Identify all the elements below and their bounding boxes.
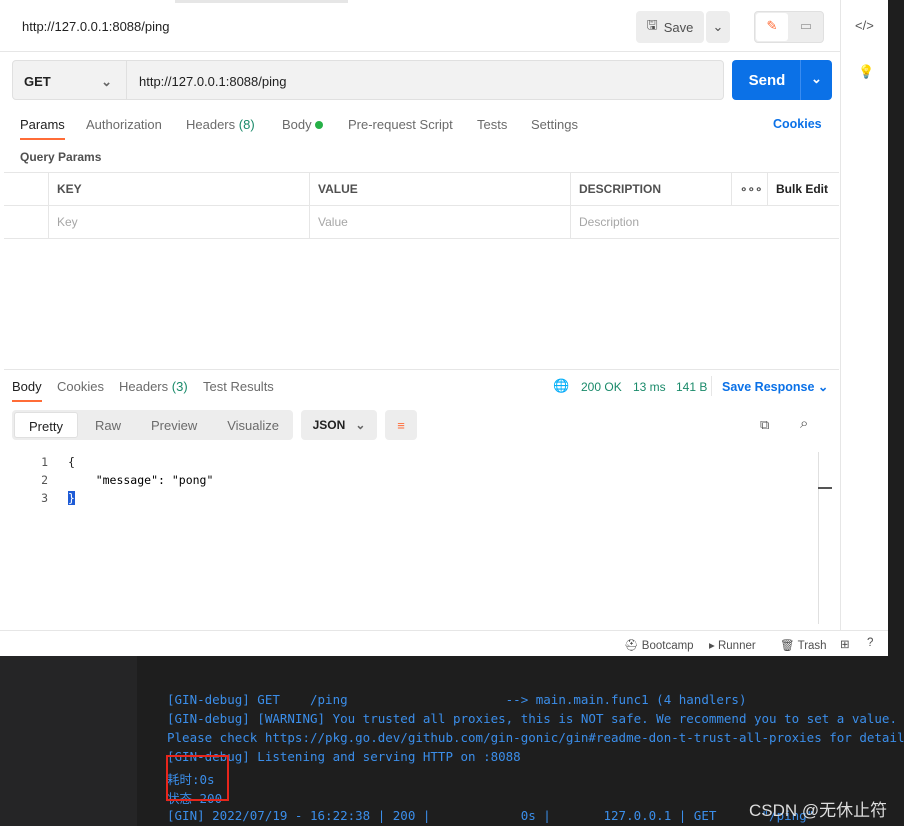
value-input[interactable]: Value bbox=[310, 206, 571, 238]
column-key: KEY bbox=[49, 173, 310, 205]
description-input[interactable]: Description bbox=[571, 206, 839, 238]
query-params-title: Query Params bbox=[20, 150, 102, 164]
column-value: VALUE bbox=[310, 173, 571, 205]
body-indicator-dot bbox=[315, 121, 324, 129]
line-number: 1 bbox=[41, 455, 48, 469]
line-number: 3 bbox=[41, 491, 48, 505]
terminal-line: [GIN] 2022/07/19 - 16:22:38 | 200 | 0s |… bbox=[167, 808, 815, 823]
tab-body[interactable]: Body bbox=[282, 117, 324, 132]
view-preview[interactable]: Preview bbox=[136, 410, 212, 440]
view-visualize[interactable]: Visualize bbox=[212, 410, 294, 440]
scrollbar[interactable] bbox=[818, 452, 819, 624]
tab-headers[interactable]: Headers (8) bbox=[186, 117, 255, 132]
comment-icon[interactable]: ▭ bbox=[790, 13, 822, 41]
view-pretty[interactable]: Pretty bbox=[14, 412, 78, 438]
terminal-line: [GIN-debug] [WARNING] You trusted all pr… bbox=[167, 711, 897, 726]
lightbulb-icon[interactable]: 💡 bbox=[858, 64, 874, 80]
more-icon[interactable]: ∘∘∘ bbox=[732, 173, 768, 205]
terminal: [GIN-debug] GET /ping --> main.main.func… bbox=[137, 656, 904, 826]
terminal-sidebar bbox=[0, 656, 137, 826]
view-raw[interactable]: Raw bbox=[80, 410, 136, 440]
response-tab-cookies[interactable]: Cookies bbox=[57, 379, 104, 394]
search-icon[interactable]: ⌕ bbox=[800, 415, 808, 432]
tab-settings[interactable]: Settings bbox=[531, 117, 578, 132]
response-tab-body[interactable]: Body bbox=[12, 379, 42, 402]
params-table: KEY VALUE DESCRIPTION ∘∘∘ Bulk Edit Key … bbox=[4, 172, 839, 239]
line-number: 2 bbox=[41, 473, 48, 487]
response-size[interactable]: 141 B bbox=[676, 380, 707, 394]
url-input[interactable]: http://127.0.0.1:8088/ping bbox=[126, 60, 724, 100]
postman-window: http://127.0.0.1:8088/ping 🖫 Save ⌄ ✎ ▭ <… bbox=[0, 0, 888, 656]
terminal-line: Please check https://pkg.go.dev/github.c… bbox=[167, 730, 904, 745]
status-bar: ⛑ Bootcamp ▸ Runner 🗑 Trash ⊞ ? bbox=[0, 630, 888, 656]
code-icon[interactable]: </> bbox=[855, 18, 874, 33]
save-response-button[interactable]: Save Response ⌄ bbox=[722, 379, 828, 394]
cookies-link[interactable]: Cookies bbox=[773, 117, 822, 131]
format-select[interactable]: JSON ⌄ bbox=[301, 410, 377, 440]
trash-button[interactable]: 🗑 Trash bbox=[780, 638, 827, 652]
tab-pre-request-script[interactable]: Pre-request Script bbox=[348, 117, 453, 132]
help-icon[interactable]: ? bbox=[867, 637, 873, 649]
edit-icon[interactable]: ✎ bbox=[756, 13, 788, 41]
column-description: DESCRIPTION bbox=[571, 173, 732, 205]
code-line: { bbox=[68, 455, 75, 469]
request-header: http://127.0.0.1:8088/ping 🖫 Save ⌄ ✎ ▭ bbox=[0, 0, 840, 52]
terminal-line: [GIN-debug] GET /ping --> main.main.func… bbox=[167, 692, 747, 707]
method-select[interactable]: GET ⌄ bbox=[12, 60, 127, 100]
globe-icon: 🌐 bbox=[553, 378, 570, 393]
copy-icon[interactable]: ⧉ bbox=[760, 417, 769, 433]
tab-authorization[interactable]: Authorization bbox=[86, 117, 162, 132]
scroll-thumb[interactable] bbox=[818, 487, 832, 489]
code-line: } bbox=[68, 491, 75, 505]
code-line: "message": "pong" bbox=[68, 473, 214, 487]
send-button[interactable]: Send ⌄ bbox=[732, 60, 832, 100]
request-title: http://127.0.0.1:8088/ping bbox=[22, 19, 170, 34]
response-tab-test-results[interactable]: Test Results bbox=[203, 379, 274, 394]
save-button[interactable]: 🖫 Save bbox=[636, 11, 704, 43]
highlight-box bbox=[166, 755, 229, 801]
right-sidebar: </> 💡 bbox=[840, 0, 888, 630]
wrap-lines-icon[interactable]: ≡ bbox=[385, 410, 417, 440]
response-time[interactable]: 13 ms bbox=[633, 380, 666, 394]
tab-tests[interactable]: Tests bbox=[477, 117, 507, 132]
bulk-edit-button[interactable]: Bulk Edit bbox=[768, 173, 839, 205]
bootcamp-button[interactable]: ⛑ Bootcamp bbox=[624, 638, 694, 652]
key-input[interactable]: Key bbox=[49, 206, 310, 238]
save-icon: 🖫 bbox=[646, 17, 658, 32]
tab-params[interactable]: Params bbox=[20, 117, 65, 140]
two-pane-icon[interactable]: ⊞ bbox=[840, 637, 850, 651]
view-mode-tabs: Pretty Raw Preview Visualize bbox=[12, 410, 293, 440]
watermark: CSDN @无休止符 bbox=[749, 801, 888, 820]
runner-button[interactable]: ▸ Runner bbox=[709, 638, 756, 652]
status-code[interactable]: 200 OK bbox=[581, 380, 622, 394]
response-tab-headers[interactable]: Headers (3) bbox=[119, 379, 188, 394]
save-dropdown[interactable]: ⌄ bbox=[706, 11, 730, 43]
